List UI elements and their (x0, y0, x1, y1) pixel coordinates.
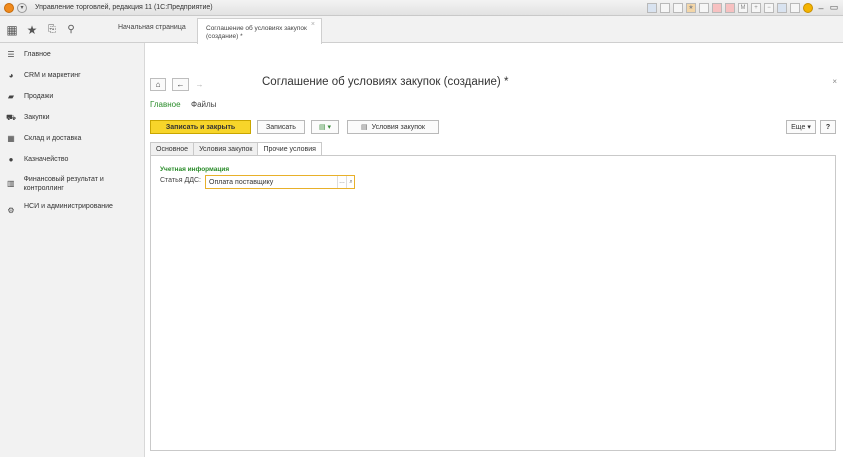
tab-document-label: Соглашение об условиях закупок (создание… (206, 25, 307, 40)
sidebar-item-admin[interactable]: ⚙ НСИ и администрирование (6, 202, 126, 215)
memory-m-icon[interactable]: M (738, 2, 748, 13)
form-nav-main[interactable]: Главное (150, 100, 181, 109)
arrow-right-icon: → (195, 80, 204, 89)
tab-document[interactable]: Соглашение об условиях закупок (создание… (197, 18, 322, 44)
dds-label: Статья ДДС: (160, 177, 201, 184)
help-icon[interactable] (803, 2, 813, 13)
nav-forward-button[interactable]: → (191, 78, 208, 91)
tab-other-terms-label: Прочие условия (263, 145, 316, 153)
form-tabs: Основное Условия закупок Прочие условия (150, 142, 322, 156)
open-link-icon[interactable]: ⌕ (346, 176, 355, 188)
sidebar-item-label: Казначейство (24, 156, 69, 163)
restore-icon[interactable]: ▭ (829, 2, 839, 13)
tab-main[interactable]: Основное (150, 142, 195, 156)
create-based-on-button[interactable]: ▤ ▾ (311, 120, 339, 134)
sidebar-item-label: Закупки (24, 114, 50, 121)
home-icon: ⌂ (155, 80, 161, 89)
arrow-left-icon: ← (176, 80, 185, 89)
search-icon[interactable]: ⚲ (64, 22, 78, 37)
top-panel: ▦ ★ ⎘ ⚲ Начальная страница Соглашение об… (0, 16, 843, 44)
crm-icon: ◕ (8, 71, 14, 80)
save-button[interactable]: Записать (257, 120, 305, 134)
sidebar-item-main[interactable]: ☰ Главное (6, 50, 51, 59)
settings-icon[interactable] (790, 2, 800, 13)
sidebar-item-label: Главное (24, 51, 51, 58)
sidebar-item-sales[interactable]: ▰ Продажи (6, 92, 53, 101)
tab-home-page[interactable]: Начальная страница (118, 24, 186, 31)
chart-icon: ▥ (7, 179, 15, 188)
save-and-close-button[interactable]: Записать и закрыть (150, 120, 251, 134)
group-title: Учетная информация (160, 166, 230, 173)
tab-close-icon[interactable]: × (311, 21, 315, 29)
memory-minus-icon[interactable]: − (764, 2, 774, 13)
more-button[interactable]: Еще ▾ (786, 120, 816, 134)
nav-back-button[interactable]: ← (172, 78, 189, 91)
star-favorites-icon[interactable]: ★ (25, 22, 39, 37)
menu-lines-icon: ☰ (7, 50, 15, 59)
window-titlebar: ▾ Управление торговлей, редакция 11 (1С:… (0, 0, 843, 16)
sidebar-item-crm[interactable]: ◕ CRM и маркетинг (6, 71, 81, 80)
sidebar-item-label: Финансовый результат и контроллинг (23, 176, 104, 192)
help-button[interactable]: ? (820, 120, 836, 134)
sections-sidebar: ☰ Главное ◕ CRM и маркетинг ▰ Продажи ⛟ … (0, 43, 145, 457)
window-layout-icon[interactable] (777, 2, 787, 13)
nav-home-button[interactable]: ⌂ (150, 78, 166, 91)
document-icon: ▤ (360, 124, 368, 131)
save-label: Записать (266, 123, 296, 131)
page-title: Соглашение об условиях закупок (создание… (262, 76, 509, 88)
sidebar-item-label: Склад и доставка (24, 135, 82, 142)
favorites-icon[interactable]: ★ (686, 2, 696, 13)
sidebar-item-warehouse[interactable]: ▦ Склад и доставка (6, 134, 81, 143)
tab-purchase-terms[interactable]: Условия закупок (193, 142, 259, 156)
sidebar-item-label: НСИ и администрирование (24, 203, 113, 210)
history-icon[interactable] (699, 2, 709, 13)
form-close-icon[interactable]: × (832, 77, 837, 86)
app-menu-icon[interactable]: ▾ (17, 2, 27, 13)
treasury-icon: ● (8, 155, 14, 164)
sidebar-item-purchases[interactable]: ⛟ Закупки (6, 113, 50, 123)
grid-menu-icon[interactable]: ▦ (5, 22, 19, 37)
sidebar-item-finance[interactable]: ▥ Финансовый результат и контроллинг (6, 175, 141, 193)
sidebar-item-label: Продажи (24, 93, 54, 100)
gear-icon: ⚙ (7, 206, 15, 215)
purchase-terms-button[interactable]: ▤ Условия закупок (347, 120, 439, 134)
more-label: Еще (791, 123, 806, 131)
app-logo-icon (4, 2, 14, 13)
tab-main-label: Основное (156, 145, 189, 153)
titlebar-tools: ★ M + − – ▭ (647, 2, 839, 13)
chevron-down-icon: ▾ (807, 124, 811, 131)
tab-content-panel: Учетная информация Статья ДДС: … ⌕ (150, 155, 836, 451)
cart-icon: ⛟ (6, 113, 17, 122)
print-icon[interactable] (660, 2, 670, 13)
save-icon[interactable] (647, 2, 657, 13)
sales-bag-icon: ▰ (7, 92, 15, 101)
tab-other-terms[interactable]: Прочие условия (257, 142, 322, 156)
purchase-terms-label: Условия закупок (371, 123, 425, 131)
calendar-icon[interactable] (712, 2, 722, 13)
save-and-close-label: Записать и закрыть (165, 123, 236, 131)
memory-plus-icon[interactable]: + (751, 2, 761, 13)
sidebar-item-label: CRM и маркетинг (24, 72, 81, 79)
tab-purchase-terms-label: Условия закупок (199, 145, 253, 153)
minimize-icon[interactable]: – (816, 3, 826, 13)
dds-field[interactable] (205, 175, 355, 189)
help-label: ? (825, 123, 831, 131)
sidebar-item-treasury[interactable]: ● Казначейство (6, 155, 69, 164)
create-based-on-icon: ▤ ▾ (318, 124, 332, 131)
calculator-icon[interactable] (725, 2, 735, 13)
window-title: Управление торговлей, редакция 11 (1С:Пр… (35, 4, 213, 11)
select-ellipsis-icon[interactable]: … (337, 176, 346, 188)
form-nav-files[interactable]: Файлы (191, 100, 216, 109)
warehouse-icon: ▦ (7, 134, 15, 143)
history-clock-icon[interactable]: ⎘ (45, 22, 59, 37)
preview-icon[interactable] (673, 2, 683, 13)
